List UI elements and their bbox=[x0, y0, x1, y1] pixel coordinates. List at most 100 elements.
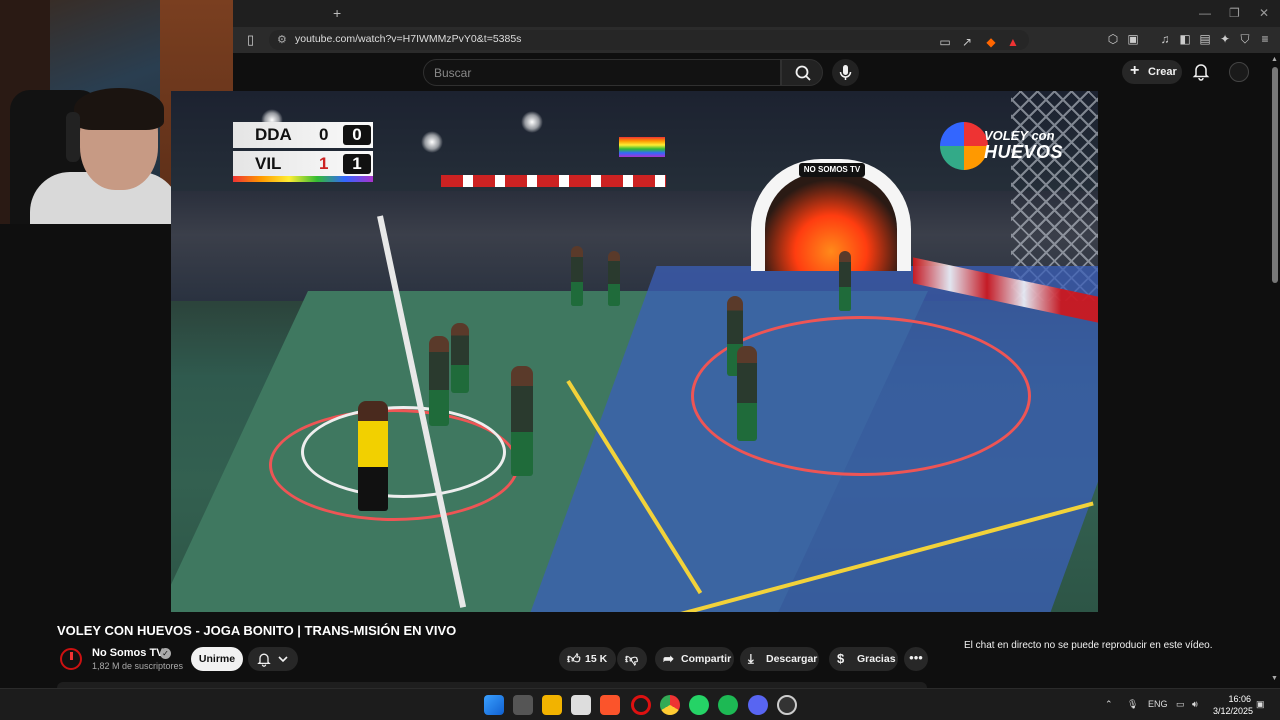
volleyball-icon bbox=[940, 122, 988, 170]
download-label: Descargar bbox=[766, 653, 818, 665]
team-sets: 1 bbox=[319, 154, 329, 173]
notifications-icon[interactable]: ▣ bbox=[1256, 699, 1265, 710]
channel-avatar[interactable] bbox=[60, 648, 82, 670]
more-actions-button[interactable]: ••• bbox=[904, 647, 928, 671]
discord-icon[interactable] bbox=[748, 695, 768, 715]
dislike-button[interactable]: 👎︎ bbox=[617, 647, 647, 671]
brave-browser-icon[interactable] bbox=[600, 695, 620, 715]
video-player-figure bbox=[571, 246, 583, 306]
logo-line1: VOLEY con bbox=[984, 128, 1055, 143]
video-rainbow-flag bbox=[619, 137, 665, 157]
address-url: youtube.com/watch?v=H7IWMMzPvY0&t=5385s bbox=[295, 33, 522, 45]
video-stand-banner bbox=[441, 175, 666, 187]
scrollbar-thumb[interactable] bbox=[1272, 67, 1278, 283]
close-icon[interactable]: ✕ bbox=[1259, 6, 1269, 20]
video-player-figure bbox=[358, 401, 388, 511]
scroll-up-icon[interactable]: ▲ bbox=[1271, 56, 1278, 63]
windows-start-icon[interactable] bbox=[484, 695, 504, 715]
search-icon bbox=[795, 65, 811, 81]
brave-rewards-icon[interactable]: ▲ bbox=[1005, 35, 1021, 49]
store-icon[interactable] bbox=[571, 695, 591, 715]
vpn-icon[interactable]: ⛉ bbox=[1237, 32, 1253, 47]
page-scrollbar[interactable]: ▲ ▼ bbox=[1270, 53, 1280, 688]
scroll-down-icon[interactable]: ▼ bbox=[1271, 675, 1278, 682]
task-view-icon[interactable] bbox=[513, 695, 533, 715]
video-arch-label: NO SOMOS TV bbox=[799, 163, 865, 177]
sidebar-icon[interactable]: ◧ bbox=[1177, 32, 1193, 46]
create-label: Crear bbox=[1148, 66, 1177, 78]
youtube-header: Buscar + Crear bbox=[233, 53, 1280, 91]
obs-icon[interactable] bbox=[777, 695, 797, 715]
thumbs-down-icon: 👎︎ bbox=[625, 651, 639, 666]
search-button[interactable] bbox=[781, 59, 823, 86]
minimize-icon[interactable]: — bbox=[1199, 6, 1211, 20]
download-button[interactable]: ⤓ Descargar bbox=[740, 647, 819, 671]
video-player-figure bbox=[451, 323, 469, 393]
chevron-down-icon bbox=[278, 656, 288, 663]
network-icon[interactable]: ▭ bbox=[1176, 699, 1185, 710]
avatar[interactable] bbox=[1229, 62, 1249, 82]
video-player-figure bbox=[429, 336, 449, 426]
thanks-button[interactable]: $ Gracias bbox=[829, 647, 898, 671]
bell-icon bbox=[1192, 64, 1210, 81]
team-points: 1 bbox=[343, 154, 371, 174]
media-icon[interactable]: ♫ bbox=[1157, 32, 1173, 46]
screenshot-icon[interactable]: ▣ bbox=[1125, 32, 1141, 46]
team-sets: 0 bbox=[319, 125, 329, 144]
channel-name[interactable]: No Somos TV bbox=[92, 647, 164, 659]
share-button[interactable]: ➦ Compartir bbox=[655, 647, 734, 671]
address-bar[interactable]: ⚙ youtube.com/watch?v=H7IWMMzPvY0&t=5385… bbox=[269, 30, 1029, 50]
video-player-figure bbox=[608, 251, 620, 306]
ellipsis-icon: ••• bbox=[909, 650, 923, 665]
clock-date: 3/12/2025 bbox=[1213, 706, 1254, 716]
video-player-figure bbox=[839, 251, 851, 311]
site-info-icon[interactable]: ⚙ bbox=[277, 33, 287, 46]
subscription-bell-button[interactable] bbox=[248, 647, 298, 671]
bell-icon bbox=[257, 653, 271, 667]
browser-toolbar: ▯ ⚙ youtube.com/watch?v=H7IWMMzPvY0&t=53… bbox=[233, 27, 1280, 53]
chrome-icon[interactable] bbox=[660, 695, 680, 715]
restore-icon[interactable]: ❐ bbox=[1229, 6, 1240, 20]
clock[interactable]: 16:06 3/12/2025 bbox=[1213, 693, 1254, 717]
language-indicator[interactable]: ENG bbox=[1148, 699, 1168, 709]
scoreboard-stripe bbox=[233, 176, 373, 182]
webcam-person-hair bbox=[74, 88, 164, 130]
create-button[interactable]: + Crear bbox=[1122, 60, 1182, 84]
headset-icon bbox=[66, 112, 80, 162]
like-button[interactable]: 👍︎ 15 K bbox=[559, 647, 616, 671]
clock-time: 16:06 bbox=[1228, 694, 1251, 704]
video-player-figure bbox=[737, 346, 757, 441]
microphone-icon[interactable]: 🎙︎ bbox=[1127, 699, 1138, 710]
video-stadium-light bbox=[521, 111, 543, 133]
whatsapp-icon[interactable] bbox=[689, 695, 709, 715]
join-button[interactable]: Unirme bbox=[191, 647, 243, 671]
notifications-button[interactable] bbox=[1191, 61, 1211, 81]
voice-search-button[interactable] bbox=[832, 59, 859, 86]
file-explorer-icon[interactable] bbox=[542, 695, 562, 715]
plus-icon: + bbox=[1130, 62, 1140, 79]
wallet-icon[interactable]: ▤ bbox=[1197, 32, 1213, 46]
video-court-circle bbox=[301, 406, 506, 498]
opera-icon[interactable] bbox=[631, 695, 651, 715]
team-name: VIL bbox=[255, 154, 282, 173]
thanks-label: Gracias bbox=[857, 653, 896, 665]
subscriber-count: 1,82 M de suscriptores bbox=[92, 661, 184, 671]
windows-taskbar: ⌃ 🎙︎ ENG ▭ 🔊︎ 16:06 3/12/2025 ▣ bbox=[0, 688, 1280, 720]
volume-icon[interactable]: 🔊︎ bbox=[1192, 699, 1198, 710]
super-thanks-icon: $ bbox=[837, 651, 845, 666]
menu-icon[interactable]: ≡ bbox=[1257, 32, 1273, 46]
brave-shield-icon[interactable]: ◆ bbox=[983, 35, 999, 49]
cast-icon[interactable]: ▭ bbox=[937, 35, 953, 49]
bookmark-icon[interactable]: ▯ bbox=[247, 32, 254, 48]
leo-ai-icon[interactable]: ✦ bbox=[1217, 32, 1233, 46]
new-tab-button[interactable]: + bbox=[333, 5, 341, 21]
search-placeholder: Buscar bbox=[434, 66, 472, 80]
search-input[interactable]: Buscar bbox=[423, 59, 781, 86]
show-hidden-icons-icon[interactable]: ⌃ bbox=[1105, 699, 1113, 710]
chat-unavailable-message: El chat en directo no se puede reproduci… bbox=[964, 640, 1213, 651]
extensions-icon[interactable]: ⬡ bbox=[1105, 32, 1121, 46]
spotify-icon[interactable] bbox=[718, 695, 738, 715]
like-count: 15 K bbox=[585, 653, 608, 665]
share-page-icon[interactable]: ↗ bbox=[959, 35, 975, 49]
share-icon: ➦ bbox=[663, 651, 674, 666]
